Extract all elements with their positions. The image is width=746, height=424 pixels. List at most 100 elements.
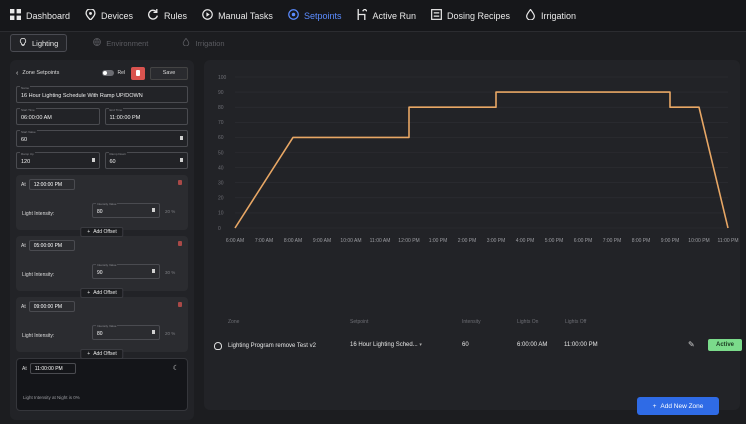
nav-label: Irrigation [541,10,577,21]
zone-setpoints-header: ‹ Zone Setpoints Rel Save [16,65,188,81]
start-value-field[interactable]: Start Value 60 [16,130,188,147]
table-header-setpoint: Setpoint [350,319,369,325]
x-tick-label: 3:00 PM [487,238,506,244]
start-value-value: 60 [21,137,28,143]
intensity-value: 90 [97,270,103,276]
add-offset-button[interactable]: + Add Offset [80,349,124,359]
start-value-label: Start Value [20,130,37,134]
offset-card: At 12:00:00 PM Light Intensity: Intensit… [16,175,188,237]
intensity-value-input[interactable]: Intensity Value 80 [92,202,160,218]
nav-label: Active Run [372,10,416,21]
setpoint-value: 16 Hour Lighting Sched... [350,342,418,348]
target-icon [288,9,299,22]
y-tick-label: 10 [218,211,224,217]
tab-lighting[interactable]: Lighting [10,34,68,52]
table-header-lights-on: Lights On [517,319,539,325]
nav-irrigation[interactable]: Irrigation [525,0,576,32]
clear-icon[interactable] [152,269,155,273]
ramp-up-value: 120 [21,159,31,165]
table-header-intensity: Intensity [462,319,481,325]
plus-icon: + [87,229,91,235]
clear-icon[interactable] [152,208,155,212]
intensity-value-label: Intensity Value [96,202,118,206]
moon-icon: ☾ [172,365,179,372]
clear-icon[interactable] [180,158,183,162]
status-badge[interactable]: Active [708,339,742,351]
light-intensity-label: Light Intensity: [22,333,55,339]
plus-icon: + [87,290,91,296]
x-tick-label: 12:00 PM [398,238,419,244]
offset-time-input[interactable]: 12:00:00 PM [28,179,75,190]
tab-irrigation[interactable]: Irrigation [174,34,232,52]
tab-label: Environment [106,38,149,48]
lightbulb-icon [214,341,222,350]
y-tick-label: 50 [218,150,224,156]
name-field[interactable]: Name 16 Hour Lighting Schedule With Ramp… [16,86,188,103]
add-new-zone-button[interactable]: + Add New Zone [637,397,719,415]
table-header-lights-off: Lights Off [565,319,587,325]
water-drop-icon [182,37,190,48]
offset-time-input[interactable]: 09:00:00 PM [28,301,75,312]
delete-offset-icon[interactable] [178,302,182,307]
end-time-field[interactable]: End Time 11:00:00 PM [104,108,188,125]
clear-icon[interactable] [152,330,155,334]
light-intensity-label: Light Intensity: [22,211,55,217]
setpoint-select[interactable]: 16 Hour Lighting Sched... ▾ [350,342,422,348]
name-field-label: Name [20,86,31,90]
ramp-down-value: 60 [109,159,116,165]
intensity-value: 60 [462,342,469,348]
at-label: At [22,365,27,372]
start-time-label: Start Time [20,108,36,112]
nav-rules[interactable]: Rules [148,0,187,32]
y-tick-label: 80 [218,105,224,111]
intensity-value-input[interactable]: Intensity Value 80 [92,324,160,340]
edit-pencil-icon[interactable]: ✎ [688,340,695,349]
nav-devices[interactable]: Devices [85,0,133,32]
lights-off-value: 11:00:00 PM [564,342,598,348]
nav-manual-tasks[interactable]: Manual Tasks [202,0,273,32]
nav-active-run[interactable]: Active Run [356,0,416,32]
offset-card: At 09:00:00 PM Light Intensity: Intensit… [16,297,188,359]
x-tick-label: 9:00 AM [313,238,331,244]
refresh-icon [148,9,159,22]
back-chevron-icon[interactable]: ‹ [16,70,18,77]
offset-time-input[interactable]: 05:00:00 PM [28,240,75,251]
intensity-percent: 20 % [165,331,176,336]
y-tick-label: 100 [218,75,227,81]
intensity-value-label: Intensity Value [96,324,118,328]
ramp-up-field[interactable]: Ramp Up 120 [16,152,100,169]
offset-card: At 05:00:00 PM Light Intensity: Intensit… [16,236,188,298]
nav-label: Setpoints [303,10,342,21]
x-tick-label: 2:00 PM [458,238,477,244]
nav-dosing-recipes[interactable]: Dosing Recipes [431,0,510,32]
x-tick-label: 4:00 PM [516,238,535,244]
x-tick-label: 11:00 PM [717,238,738,244]
add-offset-label: Add Offset [93,229,117,235]
y-tick-label: 30 [218,181,224,187]
nav-setpoints[interactable]: Setpoints [288,0,342,32]
delete-offset-icon[interactable] [178,241,182,246]
clear-icon[interactable] [180,136,183,140]
delete-offset-icon[interactable] [178,180,182,185]
night-time-input[interactable]: 11:00:00 PM [29,363,76,374]
clear-icon[interactable] [91,158,95,162]
start-time-field[interactable]: Start Time 06:00:00 AM [16,108,100,125]
ramp-down-field[interactable]: Ramp Down 60 [104,152,188,169]
tab-environment[interactable]: Environment [85,34,156,52]
nav-dashboard[interactable]: Dashboard [10,0,70,32]
delete-button[interactable] [131,66,145,80]
table-row[interactable]: Lighting Program remove Test v2 16 Hour … [212,336,742,355]
night-offset-card: At 11:00:00 PM ☾ Light Intensity at Nigh… [16,358,188,411]
intensity-value-input[interactable]: Intensity Value 90 [92,263,160,279]
rel-toggle[interactable] [102,70,115,76]
at-label: At [21,242,26,249]
add-offset-label: Add Offset [93,290,117,296]
nav-label: Rules [164,10,188,21]
plus-icon: + [87,351,91,357]
add-offset-button[interactable]: + Add Offset [80,227,124,237]
y-tick-label: 20 [218,196,224,202]
add-offset-button[interactable]: + Add Offset [80,288,124,298]
sub-tabs: Lighting Environment Irrigation [0,32,746,54]
save-button[interactable]: Save [150,66,188,80]
x-tick-label: 5:00 PM [545,238,564,244]
